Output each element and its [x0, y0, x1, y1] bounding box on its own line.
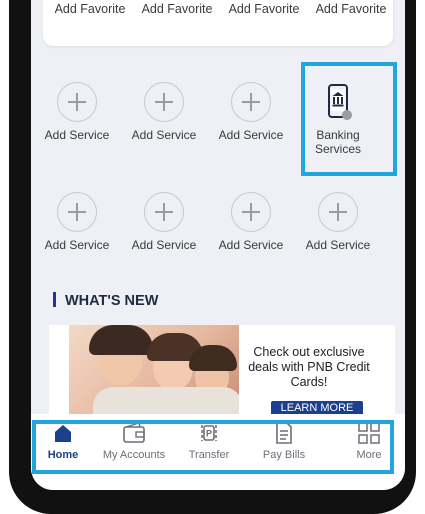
- add-favorite-3[interactable]: Add Favorite: [224, 2, 304, 16]
- promo-text: Check out exclusive deals with PNB Credi…: [248, 345, 370, 389]
- banking-services-highlight: [301, 62, 397, 176]
- service-label: Add Service: [131, 238, 197, 252]
- tab-bar-highlight: [32, 420, 394, 474]
- plus-icon: [318, 192, 358, 232]
- favorites-card: Add Favorite Add Favorite Add Favorite A…: [43, 0, 393, 46]
- service-label: Add Service: [305, 238, 371, 252]
- service-label: Add Service: [44, 128, 110, 142]
- promo-banner[interactable]: Check out exclusive deals with PNB Credi…: [49, 325, 395, 415]
- service-label: Add Service: [131, 128, 197, 142]
- whats-new-heading: WHAT'S NEW: [53, 292, 158, 309]
- plus-icon: [144, 82, 184, 122]
- add-service-6[interactable]: Add Service: [209, 192, 293, 252]
- service-label: Add Service: [44, 238, 110, 252]
- plus-icon: [231, 192, 271, 232]
- add-favorite-4[interactable]: Add Favorite: [311, 2, 391, 16]
- plus-icon: [144, 192, 184, 232]
- plus-icon: [231, 82, 271, 122]
- add-favorite-1[interactable]: Add Favorite: [50, 2, 130, 16]
- add-service-2[interactable]: Add Service: [122, 82, 206, 142]
- section-accent-bar: [53, 292, 56, 307]
- plus-icon: [57, 82, 97, 122]
- promo-image: [69, 325, 239, 415]
- add-favorite-2[interactable]: Add Favorite: [137, 2, 217, 16]
- service-label: Add Service: [218, 128, 284, 142]
- add-service-1[interactable]: Add Service: [35, 82, 119, 142]
- whats-new-title: WHAT'S NEW: [65, 293, 159, 309]
- add-service-7[interactable]: Add Service: [296, 192, 380, 252]
- plus-icon: [57, 192, 97, 232]
- add-service-4[interactable]: Add Service: [35, 192, 119, 252]
- learn-more-button[interactable]: LEARN MORE: [271, 401, 363, 415]
- service-label: Add Service: [218, 238, 284, 252]
- home-indicator-area: [31, 474, 405, 490]
- add-service-5[interactable]: Add Service: [122, 192, 206, 252]
- add-service-3[interactable]: Add Service: [209, 82, 293, 142]
